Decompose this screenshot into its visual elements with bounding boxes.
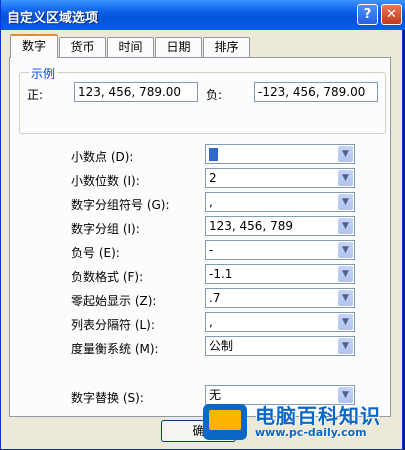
watermark: 电脑百科知识 www.pc-daily.com (197, 390, 405, 450)
digit-substitution-label: 数字替换 (S): (71, 391, 144, 405)
positive-label: 正: (27, 88, 44, 102)
grouping-symbol-label: 数字分组符号 (G): (71, 198, 170, 212)
chevron-down-icon[interactable]: ▼ (338, 170, 353, 186)
tab-sort[interactable]: 排序 (203, 37, 250, 57)
negative-sign-label: 负号 (E): (71, 246, 120, 260)
help-button[interactable]: ? (357, 4, 378, 25)
list-separator-label: 列表分隔符 (L): (71, 318, 155, 332)
chevron-down-icon[interactable]: ▼ (338, 266, 353, 282)
digit-grouping-label: 数字分组 (I): (71, 222, 140, 236)
measurement-system-label: 度量衡系统 (M): (71, 342, 159, 356)
dialog-window: 自定义区域选项 ? ✕ 数字 货币 时间 日期 排序 示例 正: 123, 45… (0, 0, 405, 450)
tab-currency[interactable]: 货币 (59, 37, 106, 57)
negative-sign-value: - (209, 243, 214, 257)
measurement-system-select[interactable]: 公制 ▼ (205, 336, 355, 356)
decimal-digits-select[interactable]: 2 ▼ (205, 168, 355, 188)
watermark-url: www.pc-daily.com (255, 426, 367, 439)
leading-zero-value: .7 (209, 291, 221, 305)
tab-time[interactable]: 时间 (107, 37, 154, 57)
tab-number[interactable]: 数字 (10, 34, 58, 58)
grouping-symbol-value: , (209, 195, 213, 209)
negative-label: 负: (206, 88, 223, 102)
monitor-logo-icon (203, 404, 247, 440)
close-button[interactable]: ✕ (381, 4, 402, 25)
list-separator-select[interactable]: , ▼ (205, 312, 355, 332)
selection-highlight (209, 148, 218, 161)
chevron-down-icon[interactable]: ▼ (338, 242, 353, 258)
decimal-digits-value: 2 (209, 171, 217, 185)
chevron-down-icon[interactable]: ▼ (338, 290, 353, 306)
measurement-system-value: 公制 (209, 339, 234, 353)
leading-zero-label: 零起始显示 (Z): (71, 294, 157, 308)
digit-grouping-select[interactable]: 123, 456, 789 ▼ (205, 216, 355, 236)
negative-format-value: -1.1 (209, 267, 233, 281)
tab-date[interactable]: 日期 (155, 37, 202, 57)
grouping-symbol-select[interactable]: , ▼ (205, 192, 355, 212)
chevron-down-icon[interactable]: ▼ (338, 314, 353, 330)
chevron-down-icon[interactable]: ▼ (338, 146, 353, 162)
positive-sample-field: 123, 456, 789.00 (74, 82, 198, 102)
decimal-digits-label: 小数位数 (I): (71, 174, 140, 188)
chevron-down-icon[interactable]: ▼ (338, 338, 353, 354)
title-bar[interactable]: 自定义区域选项 ? ✕ (1, 0, 405, 30)
chevron-down-icon[interactable]: ▼ (338, 194, 353, 210)
decimal-symbol-select[interactable]: ▼ (205, 144, 355, 164)
leading-zero-select[interactable]: .7 ▼ (205, 288, 355, 308)
watermark-title: 电脑百科知识 (255, 404, 381, 428)
negative-sample-field: -123, 456, 789.00 (254, 82, 378, 102)
list-separator-value: , (209, 315, 213, 329)
window-title: 自定义区域选项 (7, 11, 99, 26)
decimal-symbol-value (209, 146, 218, 163)
chevron-down-icon[interactable]: ▼ (338, 218, 353, 234)
digit-grouping-value: 123, 456, 789 (209, 219, 293, 233)
negative-format-label: 负数格式 (F): (71, 270, 144, 284)
sample-group-title: 示例 (29, 65, 58, 82)
decimal-symbol-label: 小数点 (D): (71, 150, 134, 164)
negative-sign-select[interactable]: - ▼ (205, 240, 355, 260)
negative-format-select[interactable]: -1.1 ▼ (205, 264, 355, 284)
